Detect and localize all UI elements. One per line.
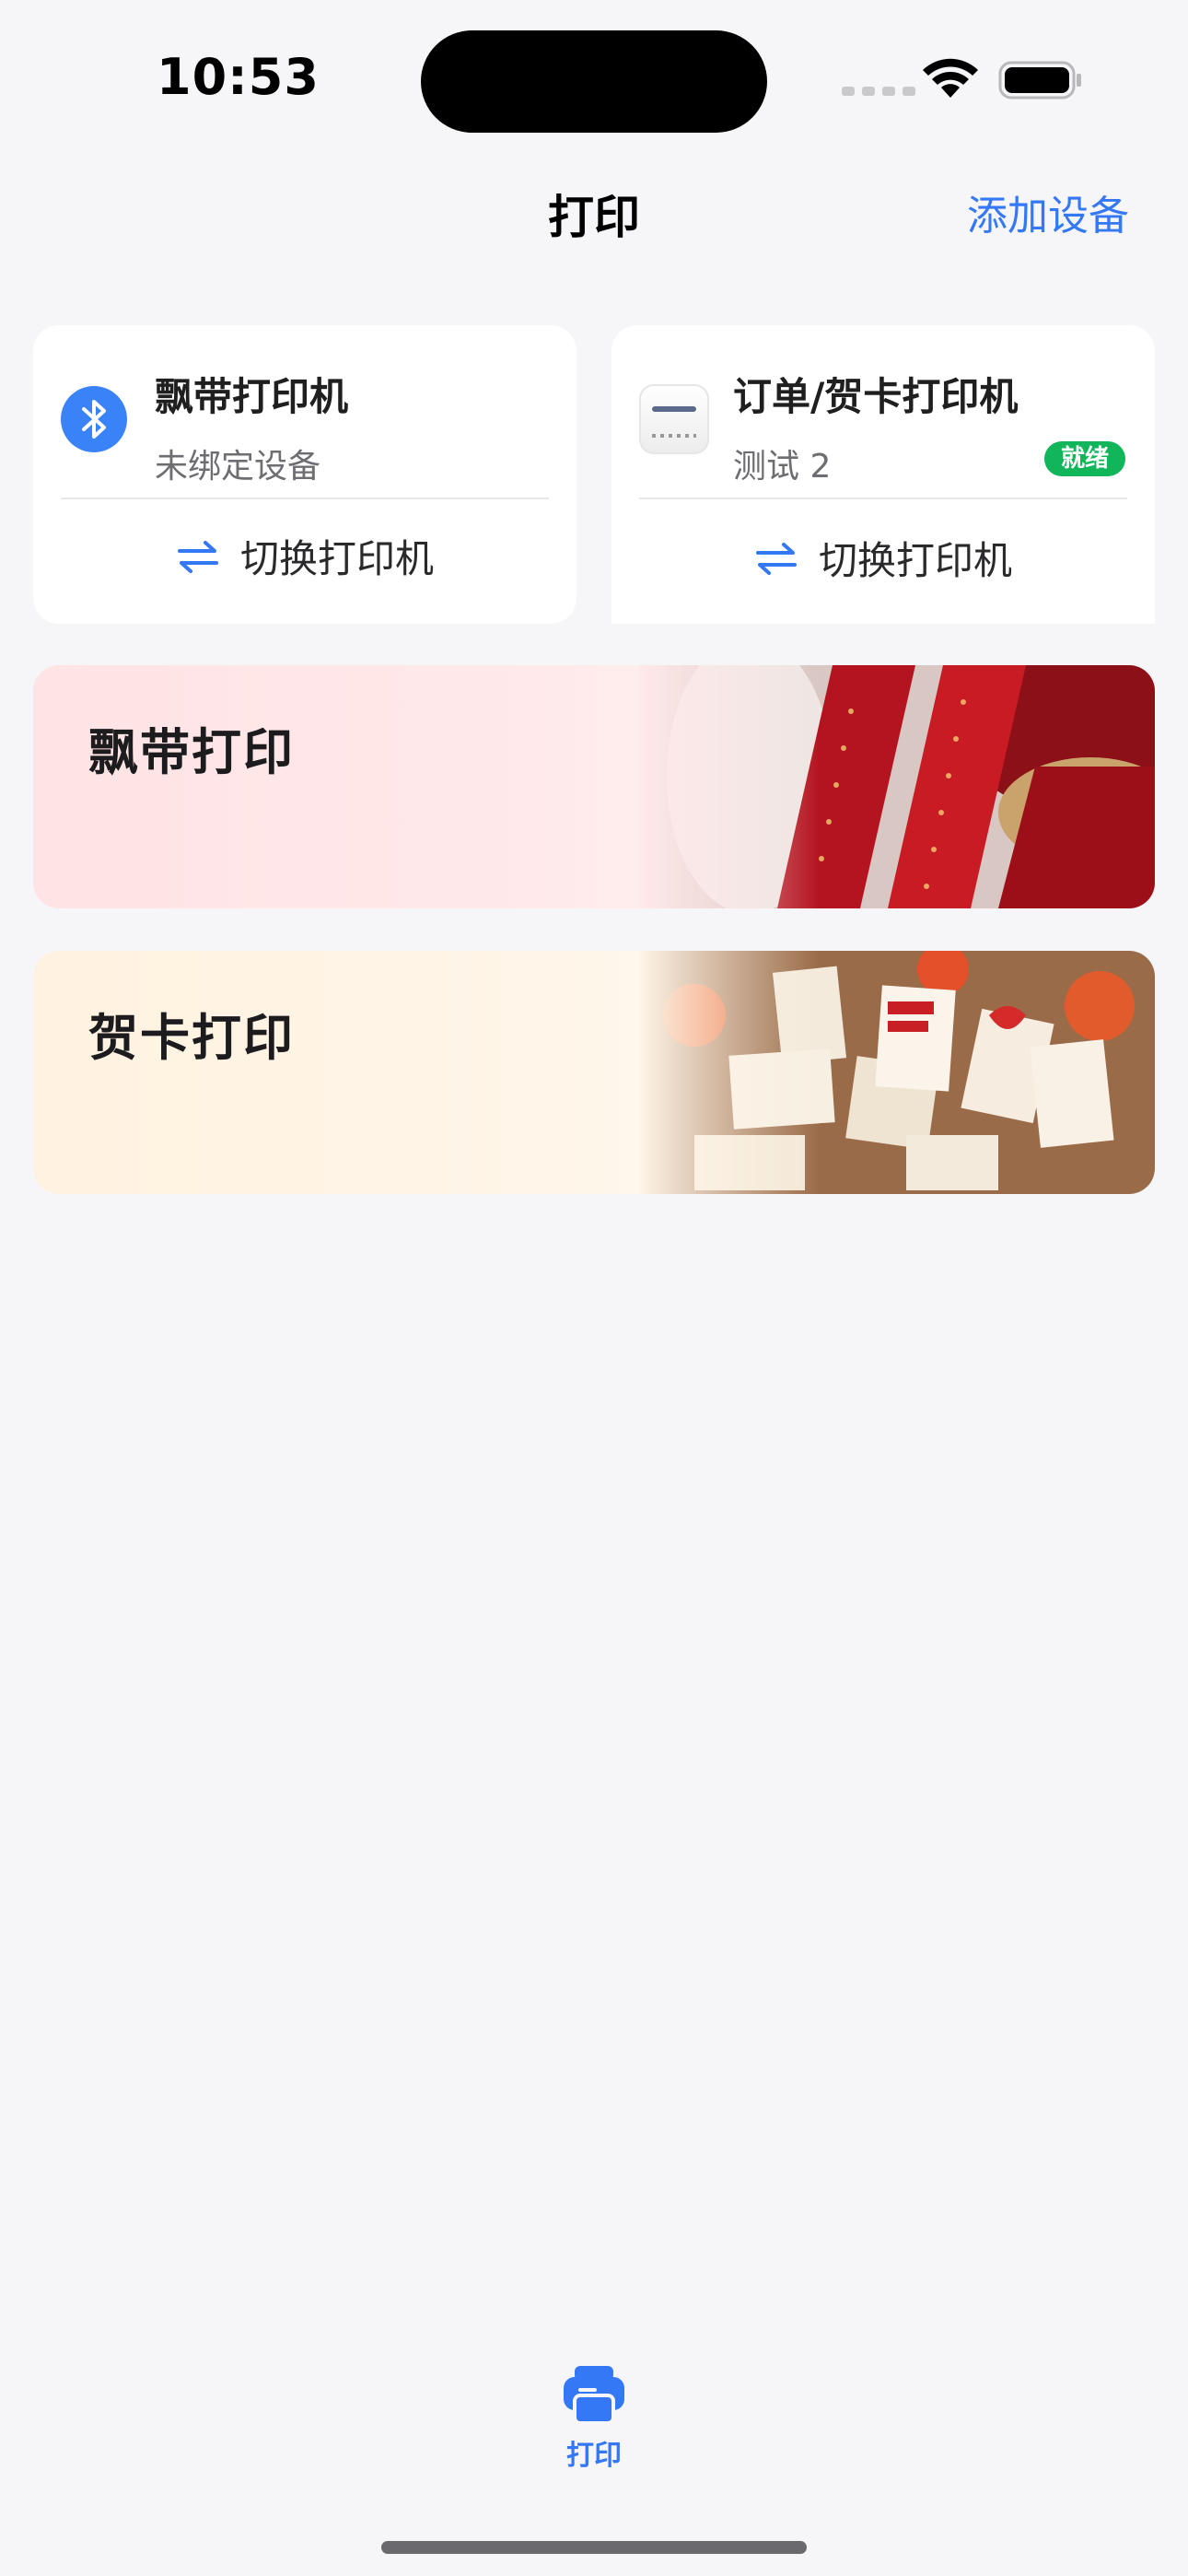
wifi-icon: [923, 58, 978, 98]
order-card-printer-card[interactable]: 订单/贺卡打印机 测试 2 就绪 切换打印机: [611, 325, 1155, 624]
swap-arrows-icon: [177, 540, 218, 573]
banner-title: 贺卡打印: [88, 1009, 295, 1067]
switch-printer-button[interactable]: 切换打印机: [33, 528, 577, 584]
divider: [639, 498, 1127, 499]
swap-arrows-icon: [755, 542, 797, 575]
switch-printer-label: 切换打印机: [818, 538, 1012, 583]
home-indicator: [381, 2541, 807, 2554]
divider: [61, 498, 549, 499]
printer-icon: [564, 2366, 624, 2425]
ribbon-printer-card[interactable]: 飘带打印机 未绑定设备 切换打印机: [33, 325, 577, 624]
cellular-signal-icon: [842, 87, 915, 96]
tab-print[interactable]: 打印: [0, 2364, 1188, 2473]
printer-name: 飘带打印机: [155, 374, 349, 419]
printer-device-label: 测试 2: [733, 448, 832, 486]
banner-title: 飘带打印: [88, 723, 295, 781]
tab-label: 打印: [566, 2440, 622, 2472]
ribbon-photo: [639, 665, 1155, 908]
switch-printer-button[interactable]: 切换打印机: [611, 530, 1155, 586]
status-time: 10:53: [157, 48, 320, 106]
status-badge: 就绪: [1043, 441, 1125, 476]
printer-device-icon: [639, 384, 709, 454]
greeting-card-print-banner[interactable]: 贺卡打印: [33, 951, 1155, 1194]
add-device-button[interactable]: 添加设备: [967, 182, 1129, 241]
printer-name: 订单/贺卡打印机: [733, 374, 1019, 419]
switch-printer-label: 切换打印机: [239, 536, 434, 581]
battery-icon: [998, 61, 1081, 100]
bluetooth-icon: [61, 386, 127, 452]
printer-status: 未绑定设备: [155, 448, 321, 486]
dynamic-island: [421, 30, 767, 133]
greeting-cards-photo: [639, 951, 1155, 1194]
ribbon-print-banner[interactable]: 飘带打印: [33, 665, 1155, 908]
